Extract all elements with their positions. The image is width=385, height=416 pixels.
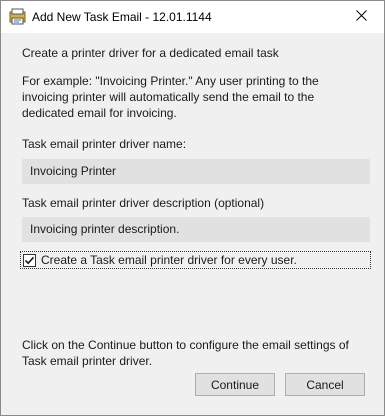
per-user-driver-checkbox[interactable]	[23, 253, 36, 267]
close-button[interactable]	[338, 1, 384, 32]
per-user-driver-checkbox-label: Create a Task email printer driver for e…	[41, 253, 297, 267]
continue-button[interactable]: Continue	[195, 373, 275, 396]
dialog-window: Add New Task Email - 12.01.1144 Create a…	[0, 0, 385, 416]
per-user-driver-checkbox-row[interactable]: Create a Task email printer driver for e…	[20, 251, 371, 269]
title-bar[interactable]: Add New Task Email - 12.01.1144	[1, 1, 384, 33]
cancel-button[interactable]: Cancel	[285, 373, 365, 396]
intro-text: Create a printer driver for a dedicated …	[22, 46, 279, 60]
driver-description-input[interactable]	[22, 217, 370, 242]
driver-description-label: Task email printer driver description (o…	[22, 196, 265, 210]
task-email-app-icon	[9, 8, 26, 25]
driver-name-input[interactable]	[22, 159, 370, 184]
checkmark-icon	[24, 256, 35, 264]
dialog-content: Create a printer driver for a dedicated …	[1, 33, 384, 415]
example-text: For example: "Invoicing Printer." Any us…	[22, 74, 319, 120]
window-title: Add New Task Email - 12.01.1144	[32, 10, 212, 24]
footer-instructions: Click on the Continue button to configur…	[22, 338, 349, 368]
driver-name-label: Task email printer driver name:	[22, 137, 187, 151]
close-icon	[355, 9, 367, 24]
